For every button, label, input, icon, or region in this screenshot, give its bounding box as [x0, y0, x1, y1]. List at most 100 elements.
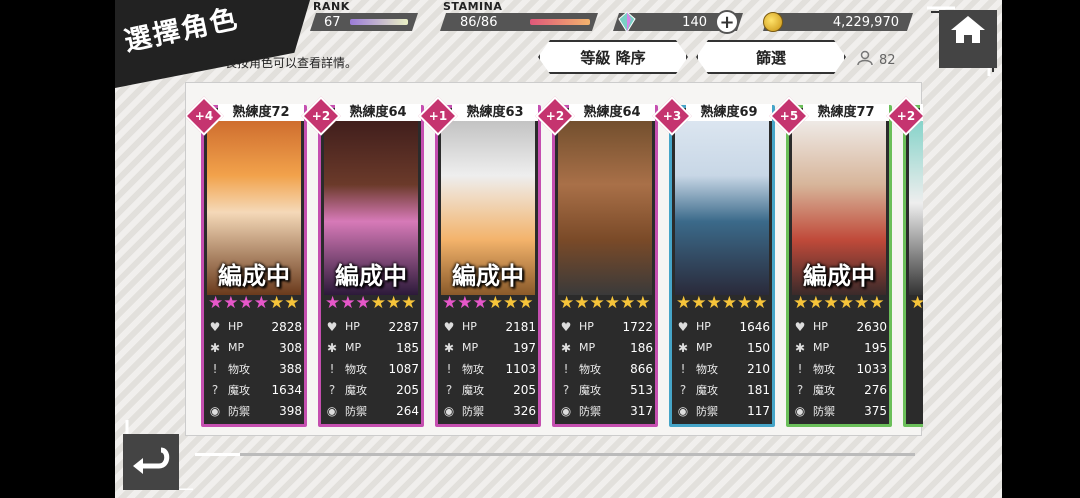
stat-row-def: ◉ 防禦 375	[793, 400, 887, 421]
stat-value: 2630	[856, 319, 887, 334]
star-icon: ★	[676, 293, 692, 313]
character-portrait	[558, 111, 652, 295]
character-count-value: 82	[879, 52, 896, 68]
stat-row-hp: ♥ HP 1722	[559, 316, 653, 337]
character-stats: ♥ HP 2287 ✱ MP 185! 物攻 1087? 魔攻 205 ◉ 防禦 264	[325, 316, 419, 421]
stat-row-patk: ! 物攻 1033	[793, 358, 887, 379]
stat-name: 魔攻	[462, 383, 484, 397]
star-icon: ★	[752, 293, 768, 313]
stat-value: 398	[279, 403, 302, 418]
star-icon: ★	[635, 293, 651, 313]
stat-name: HP	[228, 320, 243, 333]
character-count: 82	[857, 50, 896, 70]
stat-row-mp: ✱ MP 195	[793, 337, 887, 358]
star-icon: ★	[325, 293, 341, 313]
hp-icon: ♥	[443, 319, 455, 334]
stamina-bar	[530, 19, 590, 25]
star-icon: ★	[340, 293, 356, 313]
patk-icon: !	[797, 361, 803, 376]
proficiency-label: 熟練度77	[803, 104, 889, 121]
home-button[interactable]	[927, 6, 997, 76]
mp-icon: ✱	[326, 340, 338, 355]
stat-name: 魔攻	[579, 383, 601, 397]
proficiency-label: 熟練度64	[569, 104, 655, 121]
stat-row-def: ◉ 防禦 317	[559, 400, 653, 421]
horizontal-scrollbar[interactable]	[195, 453, 915, 456]
star-icon: ★	[223, 293, 239, 313]
proficiency-label: 熟練度69	[686, 104, 772, 121]
stat-name: 防禦	[579, 404, 601, 418]
stat-value: 181	[747, 382, 770, 397]
person-icon	[857, 50, 873, 70]
stat-value: 1646	[739, 319, 770, 334]
def-icon: ◉	[443, 403, 455, 418]
character-card[interactable]: 熟練度64 +2 ★ ★ ★ ★ ★ ★ ♥ HP 1722 ✱ MP 186! 物攻 866? 魔攻 513 ◉ 防…	[535, 96, 658, 427]
page-title: 選擇角色	[121, 3, 242, 58]
stat-value: 195	[864, 340, 887, 355]
mp-icon: ✱	[209, 340, 221, 355]
patk-icon: !	[329, 361, 335, 376]
stat-row-hp: ♥ HP 2181	[442, 316, 536, 337]
def-icon: ◉	[209, 403, 221, 418]
stat-name: 防禦	[228, 404, 250, 418]
stamina-box: 86/86	[440, 13, 598, 31]
stat-value: 326	[513, 403, 536, 418]
scrollbar-thumb[interactable]	[195, 453, 240, 456]
gem-count: 140	[682, 14, 707, 30]
gold-box: 4,229,970	[763, 13, 913, 31]
character-cards: 熟練度72 +4 編成中 ★ ★ ★ ★ ★ ★ ♥ HP 2828 ✱ MP 308! 物攻 388? 魔攻 16…	[186, 83, 923, 437]
stat-name: 防禦	[813, 404, 835, 418]
gold-count: 4,229,970	[832, 14, 899, 30]
sort-button[interactable]: 等級 降序	[538, 40, 688, 74]
stat-value: 276	[864, 382, 887, 397]
limit-break-value: +4	[194, 109, 214, 123]
stat-name: MP	[462, 341, 479, 354]
def-icon: ◉	[794, 403, 806, 418]
star-icon: ★	[589, 293, 605, 313]
patk-icon: !	[446, 361, 452, 376]
back-button[interactable]	[123, 420, 195, 492]
title-banner: 選擇角色	[115, 0, 310, 88]
star-icon: ★	[238, 293, 254, 313]
stat-name: HP	[813, 320, 828, 333]
add-gem-button[interactable]: +	[715, 10, 739, 34]
character-card[interactable]: +2 ★	[886, 96, 923, 427]
stat-row-mp: ✱ MP 197	[442, 337, 536, 358]
star-icon: ★	[838, 293, 854, 313]
stat-value: 1722	[622, 319, 653, 334]
stat-name: 魔攻	[228, 383, 250, 397]
stat-value: 375	[864, 403, 887, 418]
filter-button[interactable]: 篩選	[696, 40, 846, 74]
stat-value: 388	[279, 361, 302, 376]
stat-value: 205	[396, 382, 419, 397]
star-icon: ★	[620, 293, 636, 313]
character-card[interactable]: 熟練度77 +5 編成中 ★ ★ ★ ★ ★ ★ ♥ HP 2630 ✱ MP 195! 物攻 1033? 魔攻 2…	[769, 96, 892, 427]
stat-value: 150	[747, 340, 770, 355]
def-icon: ◉	[326, 403, 338, 418]
stat-name: 物攻	[228, 362, 250, 376]
hp-icon: ♥	[677, 319, 689, 334]
star-rating: ★ ★ ★ ★ ★ ★	[442, 294, 534, 312]
character-card[interactable]: 熟練度63 +1 編成中 ★ ★ ★ ★ ★ ★ ♥ HP 2181 ✱ MP 197! 物攻 1103? 魔攻 2…	[418, 96, 541, 427]
character-card[interactable]: 熟練度64 +2 編成中 ★ ★ ★ ★ ★ ★ ♥ HP 2287 ✱ MP 185! 物攻 1087? 魔攻 2…	[301, 96, 424, 427]
star-icon: ★	[269, 293, 285, 313]
stat-value: 2828	[271, 319, 302, 334]
stat-name: HP	[462, 320, 477, 333]
stat-value: 2181	[505, 319, 536, 334]
mp-icon: ✱	[677, 340, 689, 355]
matk-icon: ?	[445, 382, 453, 397]
star-icon: ★	[472, 293, 488, 313]
character-card[interactable]: 熟練度72 +4 編成中 ★ ★ ★ ★ ★ ★ ♥ HP 2828 ✱ MP 308! 物攻 388? 魔攻 16…	[186, 96, 307, 427]
stat-value: 317	[630, 403, 653, 418]
hint-text: 長按角色可以查看詳情。	[225, 56, 358, 70]
character-card[interactable]: 熟練度69 +3 ★ ★ ★ ★ ★ ★ ♥ HP 1646 ✱ MP 150! 物攻 210? 魔攻 181 ◉ 防…	[652, 96, 775, 427]
stat-name: 物攻	[462, 362, 484, 376]
star-icon: ★	[487, 293, 503, 313]
stat-value: 205	[513, 382, 536, 397]
proficiency-label: 熟練度72	[218, 104, 304, 121]
stat-value: 1033	[856, 361, 887, 376]
stat-value: 513	[630, 382, 653, 397]
def-icon: ◉	[677, 403, 689, 418]
stat-row-mp: ✱ MP 150	[676, 337, 770, 358]
stat-name: 防禦	[696, 404, 718, 418]
